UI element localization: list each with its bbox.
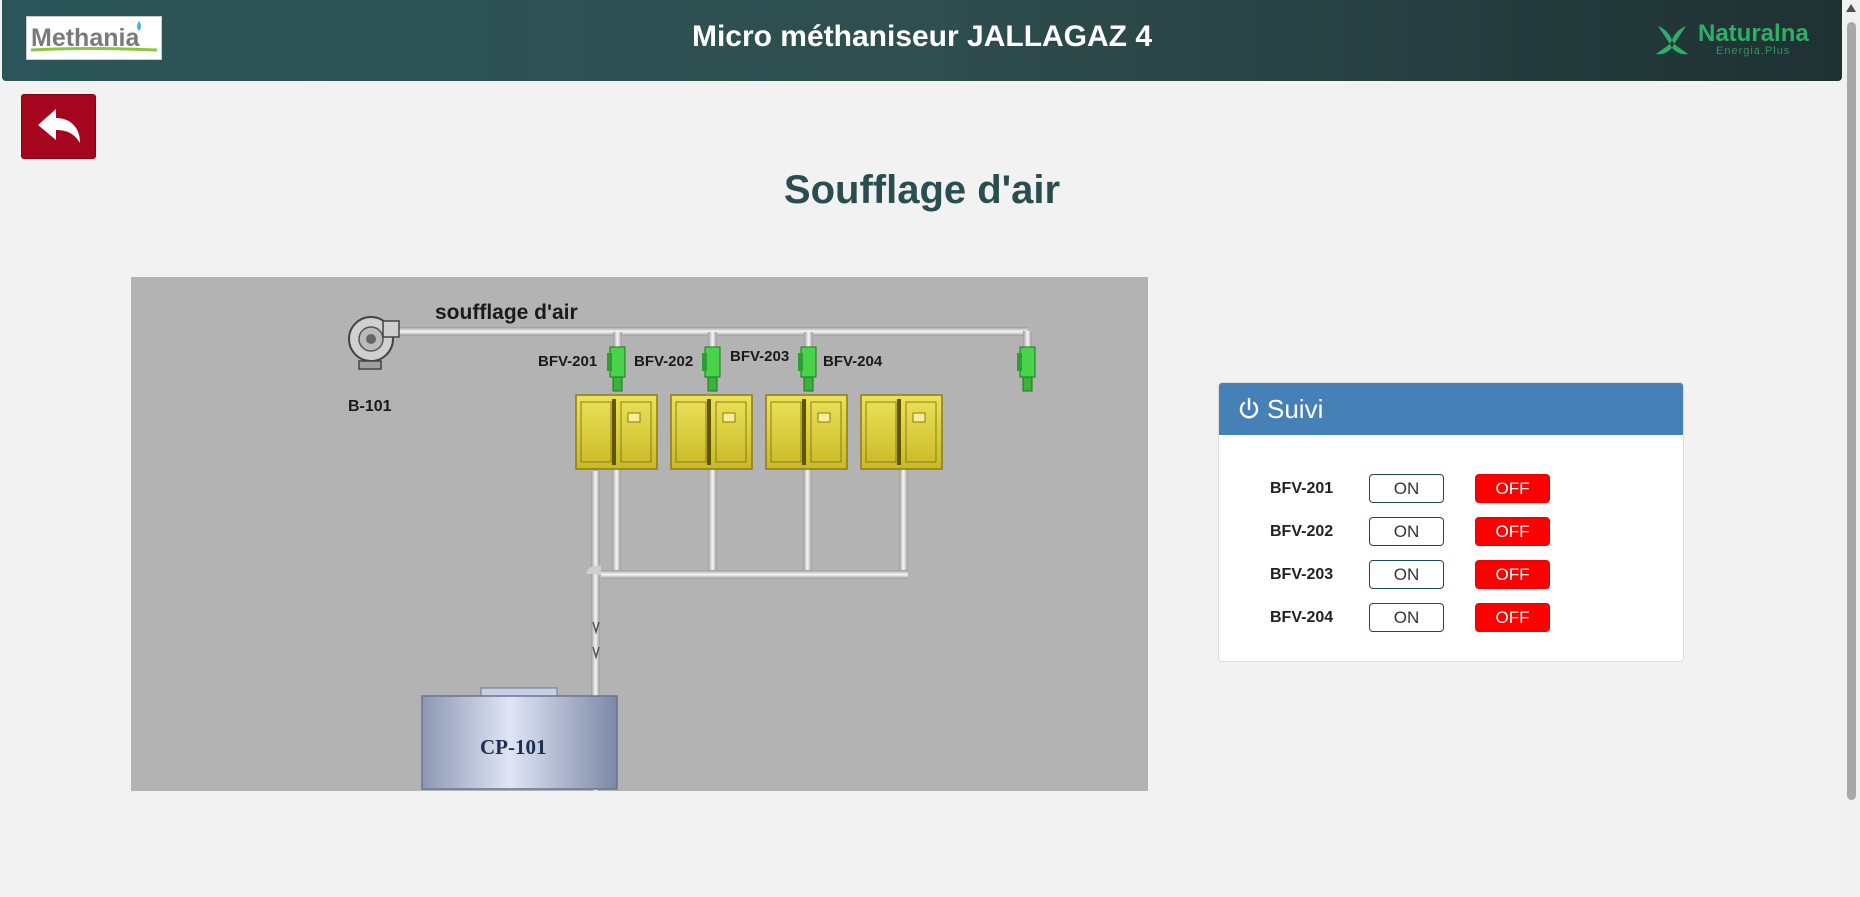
valve-bfv203[interactable] [798,346,817,392]
bfv202-on-button[interactable]: ON [1369,517,1444,546]
bfv204-off-button[interactable]: OFF [1475,603,1550,632]
bfv203-on-button[interactable]: ON [1369,560,1444,589]
blower-b101 [348,316,400,370]
page-title: Soufflage d'air [783,168,1061,212]
tank-label: CP-101 [480,735,547,759]
valve-label-bfv203: BFV-203 [730,348,789,365]
vertical-scrollbar[interactable] [1843,0,1860,897]
suivi-panel: Suivi BFV-201 ON OFF BFV-202 ON OFF BFV-… [1218,382,1684,662]
scroll-up-arrow-icon[interactable] [1846,4,1856,12]
bfv201-off-button[interactable]: OFF [1475,474,1550,503]
valve-row-label: BFV-202 [1270,523,1334,540]
pipe-label: soufflage d'air [435,301,578,324]
valve-row-bfv202: BFV-202 ON OFF [1219,517,1683,549]
valve-bfv202[interactable] [702,346,721,392]
bfv203-off-button[interactable]: OFF [1475,560,1550,589]
bfv202-off-button[interactable]: OFF [1475,517,1550,546]
valve-row-label: BFV-204 [1270,609,1334,626]
bin-1 [575,394,658,470]
suivi-title: Suivi [1267,394,1324,424]
valve-label-bfv202: BFV-202 [634,353,693,370]
suivi-panel-header: Suivi [1219,383,1683,435]
power-icon [1239,397,1259,419]
brand-name: Naturalna [1698,20,1809,47]
valve-row-bfv204: BFV-204 ON OFF [1219,603,1683,635]
scroll-thumb[interactable] [1847,22,1856,800]
reply-arrow-icon [38,109,80,143]
process-diagram: B-101 soufflage d'air BFV-201 BFV-202 BF… [131,277,1148,791]
valve-bfv201[interactable] [607,346,626,392]
valve-label-bfv201: BFV-201 [538,353,597,370]
app-header: Methania Micro méthaniseur JALLAGAZ 4 Na… [2,0,1842,81]
bin-4 [860,394,943,470]
naturalna-logo: Naturalna Energia.Plus [1652,20,1832,58]
valve-row-label: BFV-203 [1270,566,1334,583]
naturalna-leaf-icon [1656,26,1688,55]
bfv204-on-button[interactable]: ON [1369,603,1444,632]
brand-subtitle: Energia.Plus [1716,45,1791,57]
valve-row-label: BFV-201 [1270,480,1334,497]
valve-row-bfv201: BFV-201 ON OFF [1219,474,1683,506]
back-button[interactable] [21,94,96,159]
app-title: Micro méthaniseur JALLAGAZ 4 [691,20,1153,53]
bin-3 [765,394,848,470]
valve-label-bfv204: BFV-204 [823,353,883,370]
valve-row-bfv203: BFV-203 ON OFF [1219,560,1683,592]
blower-label: B-101 [348,398,392,415]
collector-pipe [601,570,908,579]
bfv201-on-button[interactable]: ON [1369,474,1444,503]
valve-bfv204[interactable] [1017,346,1036,392]
bin-2 [670,394,753,470]
